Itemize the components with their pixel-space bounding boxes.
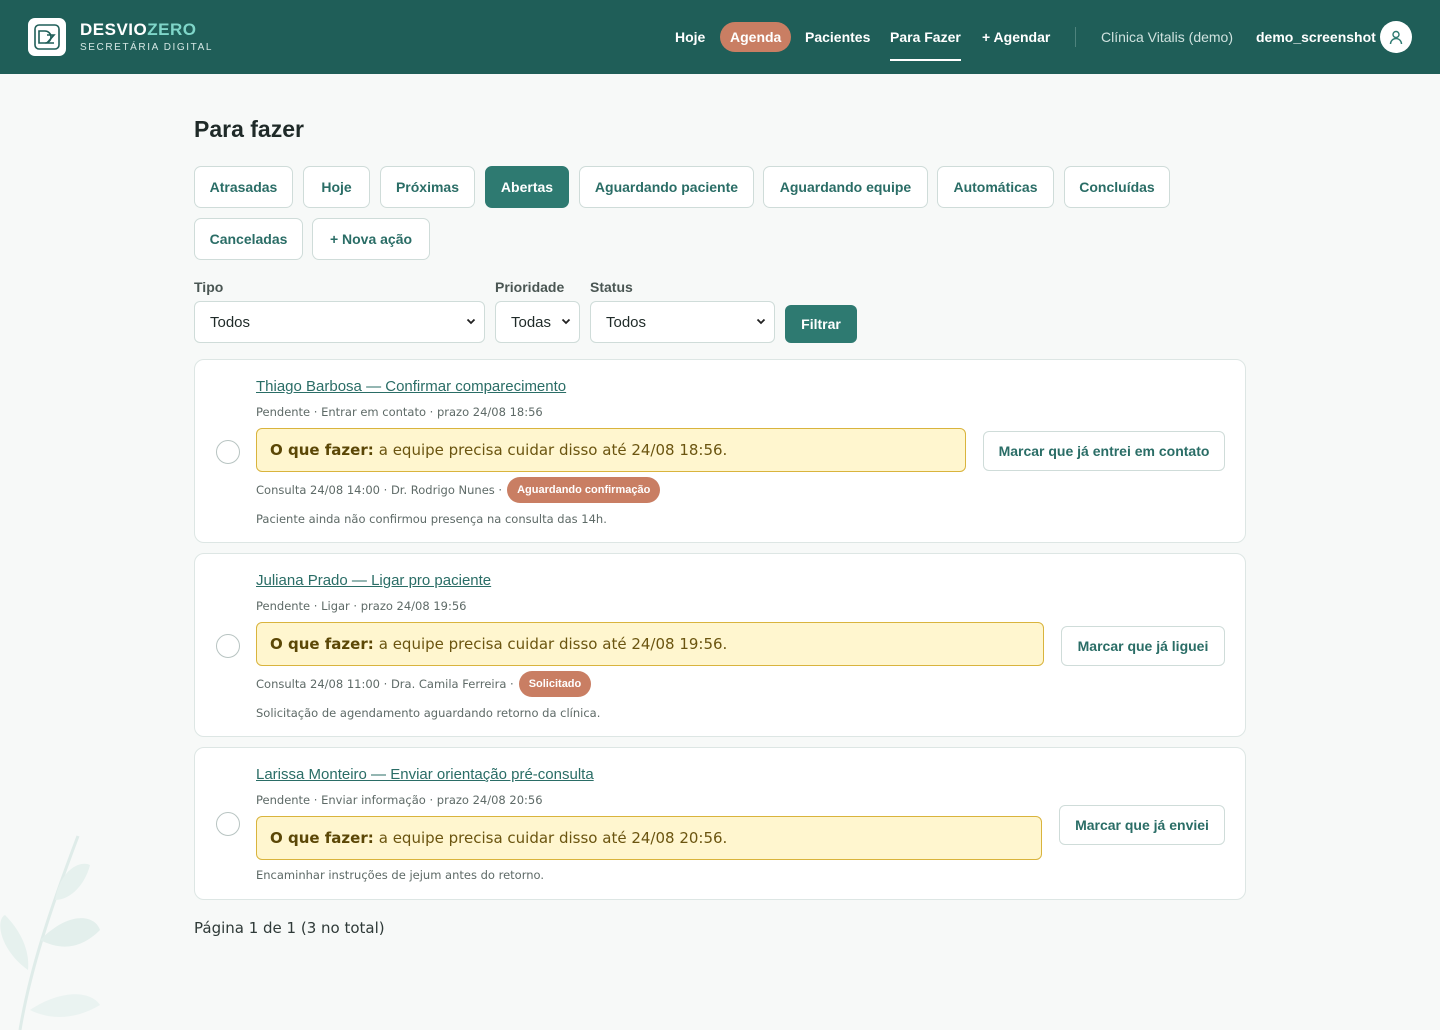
todo-label: O que fazer: xyxy=(270,829,374,847)
task-card: Juliana Prado — Ligar pro paciente Pende… xyxy=(194,553,1246,737)
filter-button[interactable]: Filtrar xyxy=(785,305,857,343)
status-select[interactable]: Todos xyxy=(590,301,775,343)
appointment-text: Consulta 24/08 14:00 · Dr. Rodrigo Nunes… xyxy=(256,483,503,497)
appointment-text: Consulta 24/08 11:00 · Dra. Camila Ferre… xyxy=(256,677,514,691)
status-badge: Aguardando confirmação xyxy=(507,477,661,503)
prioridade-value: Todas xyxy=(511,313,552,331)
appointment-info: Consulta 24/08 14:00 · Dr. Rodrigo Nunes… xyxy=(256,477,661,503)
task-note: Encaminhar instruções de jejum antes do … xyxy=(256,868,545,882)
chevron-down-icon xyxy=(561,318,571,325)
brand-subtitle: SECRETÁRIA DIGITAL xyxy=(80,42,214,53)
tab-concluidas[interactable]: Concluídas xyxy=(1064,166,1170,208)
prioridade-label: Prioridade xyxy=(495,279,565,295)
new-action-button[interactable]: + Nova ação xyxy=(312,218,430,260)
tipo-value: Todos xyxy=(210,313,251,331)
user-name[interactable]: demo_screenshot xyxy=(1256,22,1376,52)
task-title-link[interactable]: Thiago Barbosa — Confirmar compareciment… xyxy=(256,378,566,395)
mark-contacted-button[interactable]: Marcar que já entrei em contato xyxy=(983,431,1225,471)
tipo-select[interactable]: Todos xyxy=(194,301,485,343)
nav-divider xyxy=(1075,27,1076,47)
tipo-label: Tipo xyxy=(194,279,224,295)
task-card: Larissa Monteiro — Enviar orientação pré… xyxy=(194,747,1246,900)
tab-automaticas[interactable]: Automáticas xyxy=(937,166,1054,208)
user-icon[interactable] xyxy=(1380,21,1412,53)
tab-atrasadas[interactable]: Atrasadas xyxy=(194,166,293,208)
status-value: Todos xyxy=(606,313,647,331)
chevron-down-icon xyxy=(756,318,766,325)
complete-checkbox[interactable] xyxy=(216,812,240,836)
tab-aguardando-equipe[interactable]: Aguardando equipe xyxy=(763,166,928,208)
status-label: Status xyxy=(590,279,633,295)
clinic-name[interactable]: Clínica Vitalis (demo) xyxy=(1101,22,1233,52)
tab-proximas[interactable]: Próximas xyxy=(380,166,475,208)
todo-text: a equipe precisa cuidar disso até 24/08 … xyxy=(378,635,728,653)
prioridade-select[interactable]: Todas xyxy=(495,301,580,343)
task-title-link[interactable]: Juliana Prado — Ligar pro paciente xyxy=(256,572,491,589)
nav-agendar[interactable]: + Agendar xyxy=(982,22,1050,52)
nav-agenda[interactable]: Agenda xyxy=(720,22,792,52)
complete-checkbox[interactable] xyxy=(216,440,240,464)
brand-name: DESVIOZERO xyxy=(80,20,197,39)
todo-text: a equipe precisa cuidar disso até 24/08 … xyxy=(378,441,728,459)
todo-label: O que fazer: xyxy=(270,441,374,459)
logo-icon[interactable] xyxy=(28,18,66,56)
complete-checkbox[interactable] xyxy=(216,634,240,658)
todo-label: O que fazer: xyxy=(270,635,374,653)
task-meta: Pendente · Entrar em contato · prazo 24/… xyxy=(256,405,543,419)
tab-canceladas[interactable]: Canceladas xyxy=(194,218,303,260)
tab-aguardando-paciente[interactable]: Aguardando paciente xyxy=(579,166,754,208)
task-card: Thiago Barbosa — Confirmar compareciment… xyxy=(194,359,1246,543)
nav-para-fazer[interactable]: Para Fazer xyxy=(890,22,961,61)
nav-pacientes[interactable]: Pacientes xyxy=(805,22,870,52)
mark-sent-button[interactable]: Marcar que já enviei xyxy=(1059,805,1225,845)
brand: DESVIOZERO SECRETÁRIA DIGITAL xyxy=(80,20,214,54)
task-meta: Pendente · Enviar informação · prazo 24/… xyxy=(256,793,543,807)
task-note: Paciente ainda não confirmou presença na… xyxy=(256,512,607,526)
task-title-link[interactable]: Larissa Monteiro — Enviar orientação pré… xyxy=(256,766,594,783)
todo-box: O que fazer: a equipe precisa cuidar diss… xyxy=(256,622,1044,666)
nav-hoje[interactable]: Hoje xyxy=(675,22,705,52)
task-note: Solicitação de agendamento aguardando re… xyxy=(256,706,601,720)
tab-abertas[interactable]: Abertas xyxy=(485,166,569,208)
pagination-info: Página 1 de 1 (3 no total) xyxy=(194,919,385,937)
top-navbar: DESVIOZERO SECRETÁRIA DIGITAL Hoje Agend… xyxy=(0,0,1440,74)
status-badge: Solicitado xyxy=(518,671,592,697)
tab-hoje[interactable]: Hoje xyxy=(303,166,370,208)
chevron-down-icon xyxy=(466,318,476,325)
appointment-info: Consulta 24/08 11:00 · Dra. Camila Ferre… xyxy=(256,671,592,697)
page-title: Para fazer xyxy=(194,116,304,142)
todo-box: O que fazer: a equipe precisa cuidar diss… xyxy=(256,428,966,472)
leaf-decoration xyxy=(0,835,100,1030)
mark-called-button[interactable]: Marcar que já liguei xyxy=(1061,626,1225,666)
task-meta: Pendente · Ligar · prazo 24/08 19:56 xyxy=(256,599,467,613)
todo-text: a equipe precisa cuidar disso até 24/08 … xyxy=(378,829,728,847)
todo-box: O que fazer: a equipe precisa cuidar diss… xyxy=(256,816,1042,860)
